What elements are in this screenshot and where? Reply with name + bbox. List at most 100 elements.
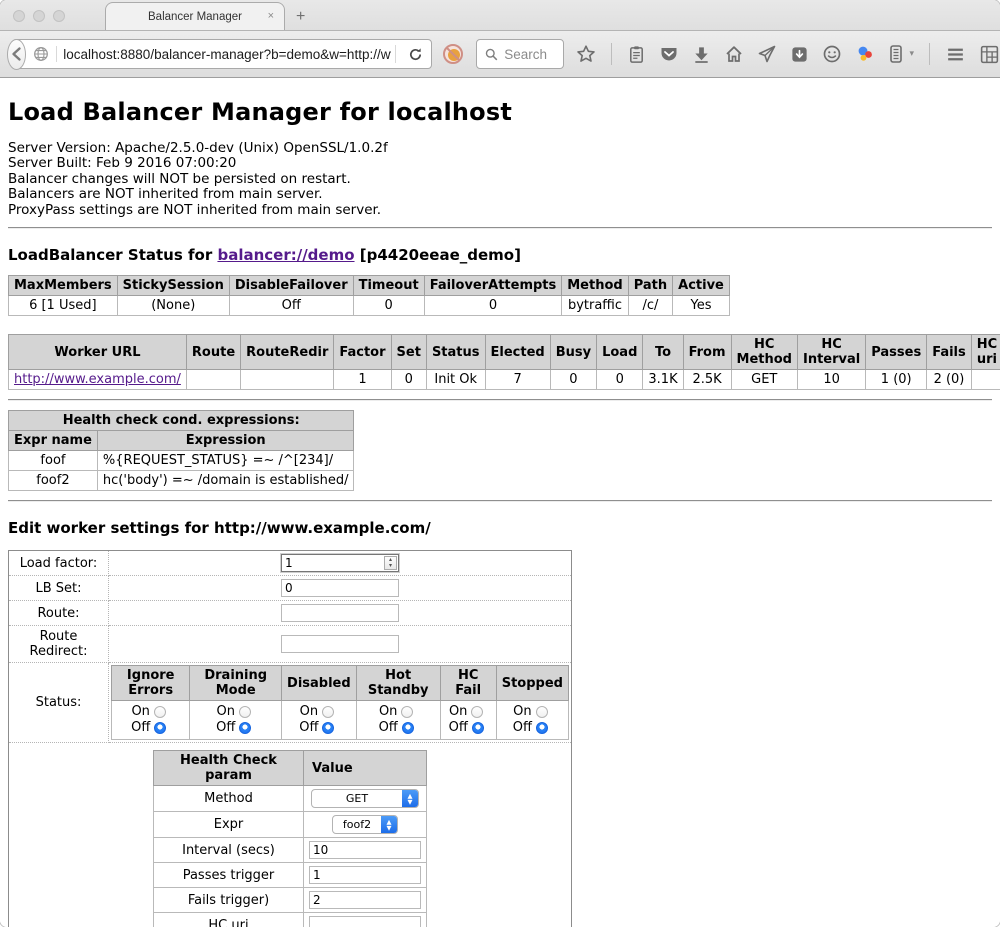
table-cell: 0 bbox=[424, 296, 562, 316]
bookmark-star-icon[interactable] bbox=[576, 44, 596, 64]
tab-close-icon[interactable]: × bbox=[268, 10, 274, 22]
minimize-window-button[interactable] bbox=[33, 10, 45, 22]
menu-hamburger-icon[interactable] bbox=[945, 44, 966, 65]
content-blocker-icon[interactable] bbox=[442, 43, 464, 65]
hc-fail-off-radio[interactable] bbox=[472, 722, 484, 734]
column-header: Method bbox=[562, 276, 628, 296]
number-spinner-icon[interactable]: ▴▾ bbox=[384, 556, 397, 570]
home-icon[interactable] bbox=[724, 44, 744, 64]
send-page-icon[interactable] bbox=[757, 44, 777, 64]
interval-input[interactable] bbox=[310, 843, 420, 857]
search-icon bbox=[485, 48, 498, 61]
column-header: StickySession bbox=[117, 276, 229, 296]
balancer-demo-link[interactable]: balancer://demo bbox=[217, 246, 354, 264]
passes-trigger-input[interactable] bbox=[310, 868, 420, 882]
table-cell: 2.5K bbox=[683, 370, 731, 390]
save-extension-icon[interactable] bbox=[790, 45, 809, 64]
disabled-on-radio[interactable] bbox=[322, 706, 334, 718]
table-cell: 10 bbox=[797, 370, 865, 390]
reload-button[interactable] bbox=[400, 47, 431, 62]
colored-dots-extension-icon[interactable] bbox=[855, 44, 875, 64]
hc-uri-input[interactable] bbox=[310, 918, 420, 927]
grid-extension-icon[interactable] bbox=[979, 44, 1000, 65]
heading-prefix: LoadBalancer Status for bbox=[8, 246, 217, 264]
ignore-errors-off-radio[interactable] bbox=[154, 722, 166, 734]
table-row: On Off On Off On Off bbox=[112, 701, 569, 740]
column-header: RouteRedir bbox=[241, 335, 334, 370]
downloads-icon[interactable] bbox=[692, 45, 711, 64]
url-bar[interactable]: localhost:8880/balancer-manager?b=demo&w… bbox=[12, 39, 432, 69]
method-select[interactable]: GET ▲▼ bbox=[311, 789, 419, 808]
site-identity-globe-icon[interactable] bbox=[33, 46, 57, 62]
column-header: To bbox=[643, 335, 683, 370]
on-label: On bbox=[513, 704, 531, 720]
column-header: Hot Standby bbox=[356, 666, 440, 701]
close-window-button[interactable] bbox=[13, 10, 25, 22]
table-cell: Off bbox=[229, 296, 353, 316]
worker-url-link[interactable]: http://www.example.com/ bbox=[14, 372, 181, 387]
edit-worker-heading: Edit worker settings for http://www.exam… bbox=[8, 519, 992, 537]
load-factor-input[interactable] bbox=[282, 556, 384, 570]
lb-set-label: LB Set: bbox=[9, 576, 109, 601]
column-header: HC uri bbox=[971, 335, 1000, 370]
column-header: Status bbox=[426, 335, 485, 370]
stopped-on-radio[interactable] bbox=[536, 706, 548, 718]
form-row: Load factor: ▴▾ bbox=[9, 551, 572, 576]
ignore-errors-on-radio[interactable] bbox=[154, 706, 166, 718]
form-row: Route: bbox=[9, 601, 572, 626]
chat-smiley-icon[interactable] bbox=[822, 44, 842, 64]
window-controls[interactable] bbox=[13, 10, 65, 22]
expression-cell: hc('body') =~ /domain is established/ bbox=[97, 471, 354, 491]
select-stepper-icon: ▲▼ bbox=[381, 815, 397, 834]
hot-standby-off-radio[interactable] bbox=[402, 722, 414, 734]
route-input[interactable] bbox=[282, 606, 398, 620]
search-bar[interactable]: Search bbox=[476, 39, 564, 69]
route-redirect-label: Route Redirect: bbox=[9, 626, 109, 663]
overflow-caret-icon[interactable]: ▾ bbox=[909, 49, 914, 59]
column-header: Ignore Errors bbox=[112, 666, 190, 701]
zoom-window-button[interactable] bbox=[53, 10, 65, 22]
table-cell: 0 bbox=[391, 370, 426, 390]
off-label: Off bbox=[216, 720, 235, 736]
tab-balancer-manager[interactable]: Balancer Manager × bbox=[105, 2, 285, 30]
expr-select[interactable]: foof2 ▲▼ bbox=[332, 815, 398, 834]
form-row-status: Status: Ignore Errors Draining Mode Disa… bbox=[9, 663, 572, 743]
back-arrow-icon bbox=[9, 46, 25, 62]
form-row: Route Redirect: bbox=[9, 626, 572, 663]
new-tab-button[interactable]: + bbox=[296, 8, 305, 26]
table-row: Method GET ▲▼ bbox=[154, 786, 427, 812]
table-cell: 2 (0) bbox=[927, 370, 972, 390]
table-cell bbox=[186, 370, 240, 390]
table-cell: 6 [1 Used] bbox=[9, 296, 118, 316]
hot-standby-on-radio[interactable] bbox=[401, 706, 413, 718]
table-cell: 0 bbox=[353, 296, 424, 316]
table-row: Passes trigger bbox=[154, 863, 427, 888]
toolbar-separator bbox=[611, 43, 612, 65]
server-built-line: Server Built: Feb 9 2016 07:00:20 bbox=[8, 156, 992, 171]
select-stepper-icon: ▲▼ bbox=[402, 789, 418, 808]
draining-mode-on-radio[interactable] bbox=[239, 706, 251, 718]
route-label: Route: bbox=[9, 601, 109, 626]
stopped-off-radio[interactable] bbox=[536, 722, 548, 734]
disabled-off-radio[interactable] bbox=[322, 722, 334, 734]
divider bbox=[8, 500, 992, 502]
fails-trigger-input[interactable] bbox=[310, 893, 420, 907]
method-select-value: GET bbox=[312, 792, 402, 805]
on-label: On bbox=[131, 704, 149, 720]
back-button[interactable] bbox=[7, 39, 26, 70]
expr-name-cell: foof2 bbox=[9, 471, 98, 491]
hc-fail-on-radio[interactable] bbox=[471, 706, 483, 718]
column-header: Expr name bbox=[9, 431, 98, 451]
url-text[interactable]: localhost:8880/balancer-manager?b=demo&w… bbox=[63, 47, 391, 62]
container-extension-icon[interactable] bbox=[888, 44, 904, 64]
divider bbox=[8, 399, 992, 401]
search-placeholder[interactable]: Search bbox=[504, 47, 547, 62]
draining-mode-off-radio[interactable] bbox=[239, 722, 251, 734]
lb-set-input[interactable] bbox=[282, 581, 398, 595]
reading-list-icon[interactable] bbox=[627, 45, 646, 64]
form-row-health-check: Health Check param Value Method GET ▲▼ bbox=[9, 743, 572, 927]
persist-note-line: Balancer changes will NOT be persisted o… bbox=[8, 172, 992, 187]
pocket-icon[interactable] bbox=[659, 44, 679, 64]
toolbar-separator bbox=[929, 43, 930, 65]
route-redirect-input[interactable] bbox=[282, 637, 398, 651]
